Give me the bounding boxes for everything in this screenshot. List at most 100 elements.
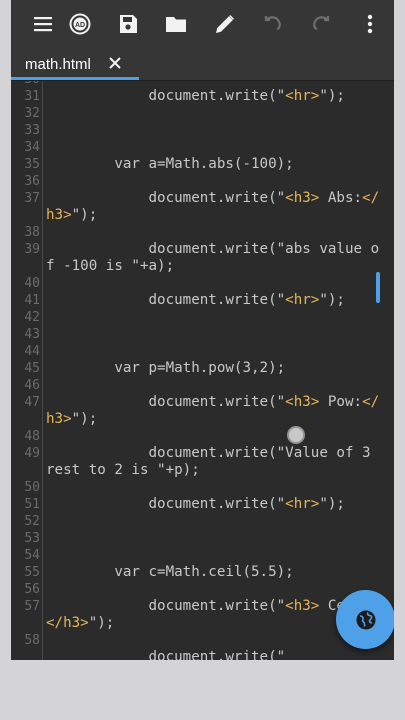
preview-fab[interactable]	[336, 590, 394, 649]
code-lines: 30 31 document.write("<hr>");32 33 34 35…	[11, 81, 394, 660]
code-line[interactable]: 40	[11, 275, 394, 292]
line-number: 31	[24, 89, 40, 104]
ad-button[interactable]: AD	[64, 8, 96, 40]
html-tag-token: <hr>	[285, 496, 320, 512]
code-text: document.write("<h3> Abs:</h3>");	[46, 190, 386, 224]
code-line[interactable]: 53	[11, 530, 394, 547]
line-number: 55	[24, 565, 40, 580]
code-token: ");	[319, 496, 345, 512]
line-number: 39	[24, 242, 40, 257]
code-line[interactable]: 31 document.write("<hr>");	[11, 88, 394, 105]
code-line[interactable]: 58	[11, 632, 394, 649]
top-toolbar: AD	[11, 0, 394, 48]
code-line[interactable]: 56	[11, 581, 394, 598]
code-text: document.write("abs value of -100 is "+a…	[46, 241, 386, 275]
code-line[interactable]: 33	[11, 122, 394, 139]
html-tag-token: <h3>	[285, 598, 320, 614]
line-number: 46	[24, 378, 40, 393]
code-line[interactable]: 47 document.write("<h3> Pow:</h3>");	[11, 394, 394, 428]
code-token: document.write("	[46, 88, 286, 104]
line-number: 37	[24, 191, 40, 206]
code-line[interactable]: 35 var a=Math.abs(-100);	[11, 156, 394, 173]
code-line[interactable]: 42	[11, 309, 394, 326]
undo-icon	[264, 16, 281, 31]
line-number: 47	[24, 395, 40, 410]
code-line[interactable]: 41 document.write("<hr>");	[11, 292, 394, 309]
code-token: ");	[88, 615, 115, 631]
code-token: ");	[71, 207, 98, 223]
code-line[interactable]: 36	[11, 173, 394, 190]
scrollbar-thumb[interactable]	[376, 272, 380, 303]
code-line[interactable]: 32	[11, 105, 394, 122]
code-text: document.write("<hr>");	[46, 88, 386, 105]
code-line[interactable]: 51 document.write("<hr>");	[11, 496, 394, 513]
code-token: document.write("	[46, 598, 286, 614]
code-token: document.write("	[46, 292, 286, 308]
code-line[interactable]: 38	[11, 224, 394, 241]
code-token: document.write("	[46, 394, 286, 410]
html-tag-token: </h3>	[46, 615, 89, 631]
code-text: document.write("<hr>");	[46, 496, 386, 513]
code-token: var p=Math.pow(3,2);	[46, 360, 286, 376]
code-text: var p=Math.pow(3,2);	[46, 360, 386, 377]
tab-math-html[interactable]: math.html	[11, 48, 139, 80]
code-line[interactable]: 30	[11, 81, 394, 88]
menu-button[interactable]	[27, 8, 59, 40]
ad-icon: AD	[69, 13, 91, 35]
code-line[interactable]: 44	[11, 343, 394, 360]
globe-icon	[356, 610, 375, 629]
code-token: Abs:	[319, 190, 363, 206]
code-token: document.write("	[46, 649, 286, 660]
code-token: var c=Math.ceil(5.5);	[46, 564, 294, 580]
save-button[interactable]	[112, 8, 144, 40]
code-line[interactable]: 43	[11, 326, 394, 343]
code-text: document.write("<hr>");	[46, 292, 386, 309]
close-icon[interactable]	[108, 56, 122, 70]
code-line[interactable]: 37 document.write("<h3> Abs:</h3>");	[11, 190, 394, 224]
code-line[interactable]: 45 var p=Math.pow(3,2);	[11, 360, 394, 377]
code-editor[interactable]: 30 31 document.write("<hr>");32 33 34 35…	[11, 81, 394, 660]
line-number: 44	[24, 344, 40, 359]
line-number: 38	[24, 225, 40, 240]
code-line[interactable]: 52	[11, 513, 394, 530]
code-token: document.write("	[46, 190, 286, 206]
line-number: 41	[24, 293, 40, 308]
edit-button[interactable]	[209, 8, 241, 40]
code-token: ");	[71, 411, 98, 427]
code-line[interactable]: document.write("	[11, 649, 394, 660]
line-number: 34	[24, 140, 40, 155]
undo-button[interactable]	[257, 8, 289, 40]
open-folder-button[interactable]	[160, 8, 192, 40]
more-vert-icon	[367, 14, 373, 34]
line-number: 56	[24, 582, 40, 597]
line-number: 40	[24, 276, 40, 291]
touch-indicator	[287, 426, 305, 444]
code-line[interactable]: 46	[11, 377, 394, 394]
line-number: 57	[24, 599, 40, 614]
code-line[interactable]: 50	[11, 479, 394, 496]
code-line[interactable]: 48	[11, 428, 394, 445]
code-token: Pow:	[319, 394, 363, 410]
code-text: var a=Math.abs(-100);	[46, 156, 386, 173]
redo-button[interactable]	[305, 8, 337, 40]
code-line[interactable]: 39 document.write("abs value of -100 is …	[11, 241, 394, 275]
more-options-button[interactable]	[354, 8, 386, 40]
code-line[interactable]: 49 document.write("Value of 3 rest to 2 …	[11, 445, 394, 479]
code-text: document.write("<h3> Ceil:</h3>");	[46, 598, 386, 632]
line-number: 52	[24, 514, 40, 529]
line-number: 33	[24, 123, 40, 138]
code-line[interactable]: 54	[11, 547, 394, 564]
code-line[interactable]: 55 var c=Math.ceil(5.5);	[11, 564, 394, 581]
code-line[interactable]: 34	[11, 139, 394, 156]
code-token: document.write("Value of 3 rest to 2 is …	[46, 445, 380, 478]
